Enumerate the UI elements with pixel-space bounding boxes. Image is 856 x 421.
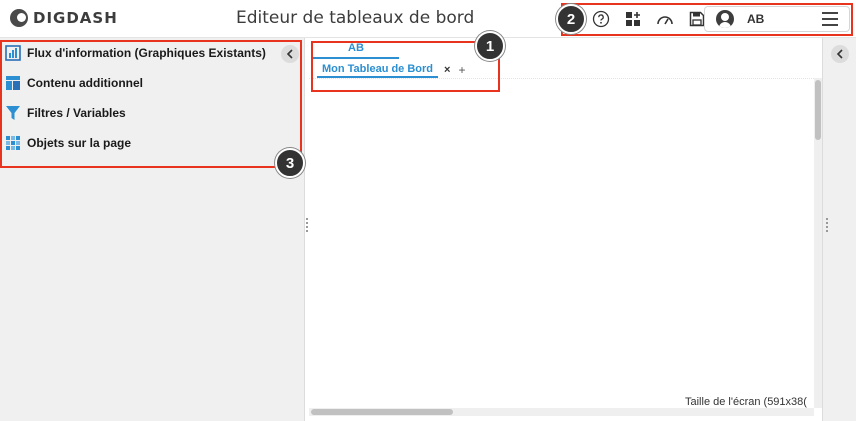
avatar-icon (716, 10, 734, 28)
help-icon[interactable] (590, 8, 612, 30)
horizontal-scrollbar[interactable] (309, 408, 814, 416)
annotation-badge-3: 3 (275, 148, 305, 178)
digdash-logo: DIGDASH (10, 9, 118, 27)
user-menu[interactable]: AB (704, 6, 850, 32)
right-panel (822, 38, 856, 421)
header-toolbar (590, 8, 708, 30)
annotation-badge-1: 1 (475, 31, 505, 61)
add-widget-icon[interactable] (622, 8, 644, 30)
chevron-left-icon (286, 49, 293, 59)
dashboard-canvas[interactable] (309, 78, 814, 408)
close-tab-icon[interactable]: × (444, 64, 450, 76)
grid-icon (5, 135, 21, 151)
horizontal-scroll-thumb[interactable] (311, 409, 453, 415)
gauge-icon[interactable] (654, 8, 676, 30)
user-initials: AB (747, 12, 765, 26)
hamburger-menu-icon[interactable] (822, 12, 838, 26)
left-item-label: Objets sur la page (27, 136, 132, 150)
filter-icon (5, 105, 21, 121)
collapse-left-panel-button[interactable] (281, 45, 299, 63)
tab-page-label[interactable]: Mon Tableau de Bord (317, 63, 439, 78)
tab-role[interactable]: AB (313, 42, 399, 59)
chart-icon (5, 45, 21, 61)
add-page-icon[interactable]: + (458, 63, 465, 77)
screen-size-label: Taille de l'écran (591x38( (685, 396, 807, 408)
vertical-scroll-thumb[interactable] (815, 80, 821, 140)
left-item-label: Contenu additionnel (27, 76, 143, 90)
logo-text: DIGDASH (33, 9, 118, 27)
left-panel-list: Flux d'information (Graphiques Existants… (0, 38, 305, 158)
left-item-additional-content[interactable]: Contenu additionnel (0, 68, 305, 98)
layout-icon (5, 75, 21, 91)
left-item-information-flows[interactable]: Flux d'information (Graphiques Existants… (0, 38, 305, 68)
tabs-area: AB Mon Tableau de Bord × + (309, 38, 822, 80)
expand-right-panel-button[interactable] (831, 45, 849, 63)
digdash-logo-icon (10, 9, 28, 27)
dashboard-editor: AB Mon Tableau de Bord × + Taille de l'é… (309, 38, 822, 421)
chevron-left-icon (836, 49, 843, 59)
annotation-badge-2: 2 (556, 4, 586, 34)
page-title: Editeur de tableaux de bord (236, 8, 475, 28)
app-header: DIGDASH Editeur de tableaux de bord AB (0, 0, 856, 38)
tab-page: Mon Tableau de Bord × + (317, 62, 465, 78)
right-splitter-handle[interactable] (825, 218, 829, 234)
left-panel: Flux d'information (Graphiques Existants… (0, 38, 305, 421)
left-item-label: Flux d'information (Graphiques Existants… (27, 46, 266, 60)
vertical-scrollbar[interactable] (814, 78, 822, 408)
left-item-filters-variables[interactable]: Filtres / Variables (0, 98, 305, 128)
left-item-label: Filtres / Variables (27, 106, 126, 120)
left-item-page-objects[interactable]: Objets sur la page (0, 128, 305, 158)
